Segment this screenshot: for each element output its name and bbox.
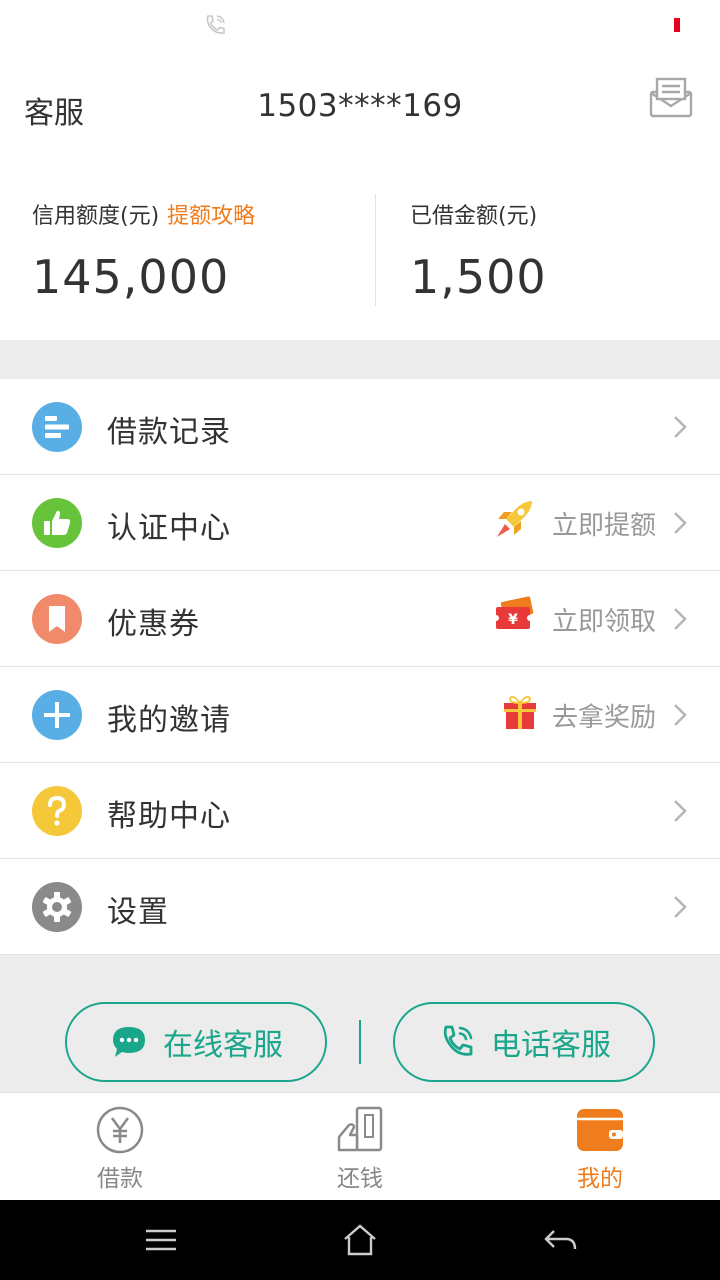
- menu-item-label: 设置: [107, 895, 169, 930]
- menu-icon[interactable]: [143, 1222, 179, 1258]
- tab-borrow[interactable]: 借款: [0, 1093, 240, 1201]
- menu-item-label: 帮助中心: [107, 799, 231, 834]
- borrowed-label: 已借金额(元): [410, 204, 538, 229]
- header: 1503****169 客服: [0, 52, 720, 162]
- raise-limit-link[interactable]: 立即提额: [552, 505, 656, 542]
- tab-label: 借款: [97, 1166, 143, 1192]
- online-service-button[interactable]: 在线客服: [65, 1002, 327, 1082]
- gift-icon: [504, 695, 536, 729]
- menu-item-label: 借款记录: [107, 415, 231, 450]
- chevron-right-icon: [674, 704, 687, 726]
- contact-divider: [359, 1020, 361, 1064]
- credit-limit-label: 信用额度(元): [32, 204, 160, 229]
- battery-icon: [674, 18, 680, 32]
- menu-item-loan-records[interactable]: 借款记录: [0, 379, 720, 475]
- yen-coin-icon: [96, 1106, 144, 1154]
- credit-limit-block: 信用额度(元) 提额攻略 145,000: [32, 162, 362, 340]
- list-icon: [32, 402, 82, 452]
- raise-limit-guide-link[interactable]: 提额攻略: [167, 204, 255, 229]
- tab-mine[interactable]: 我的: [480, 1093, 720, 1201]
- thumbs-up-icon: [32, 498, 82, 548]
- tab-label: 还钱: [337, 1166, 383, 1192]
- bottom-tab-bar: 借款 还钱 我的: [0, 1092, 720, 1200]
- phone-icon: [443, 1025, 473, 1056]
- plus-icon: [32, 690, 82, 740]
- menu-item-help-center[interactable]: 帮助中心: [0, 763, 720, 859]
- back-icon[interactable]: [542, 1222, 578, 1258]
- system-navigation-bar: [0, 1200, 720, 1280]
- customer-service-link[interactable]: 客服: [24, 88, 84, 132]
- rocket-icon: [497, 501, 532, 537]
- home-icon[interactable]: [342, 1222, 378, 1258]
- chevron-right-icon: [674, 896, 687, 918]
- menu-item-label: 优惠券: [107, 607, 200, 642]
- claim-now-link[interactable]: 立即领取: [552, 601, 656, 638]
- tab-label: 我的: [577, 1166, 623, 1192]
- menu-item-verification-center[interactable]: 认证中心 立即提额: [0, 475, 720, 571]
- credit-summary: 信用额度(元) 提额攻略 145,000 已借金额(元) 1,500: [0, 162, 720, 340]
- phone-service-button[interactable]: 电话客服: [393, 1002, 655, 1082]
- credit-limit-value: 145,000: [32, 250, 230, 304]
- repay-icon: [337, 1106, 383, 1152]
- gear-icon: [32, 882, 82, 932]
- chevron-right-icon: [674, 608, 687, 630]
- phone-service-label: 电话客服: [491, 1028, 611, 1063]
- user-phone: 1503****169: [257, 88, 463, 124]
- borrowed-block: 已借金额(元) 1,500: [410, 162, 710, 340]
- menu-item-label: 认证中心: [107, 511, 231, 546]
- contact-buttons: 在线客服 电话客服: [0, 1002, 720, 1082]
- tab-repay[interactable]: 还钱: [240, 1093, 480, 1201]
- borrowed-value: 1,500: [410, 250, 547, 304]
- chevron-right-icon: [674, 800, 687, 822]
- chevron-right-icon: [674, 512, 687, 534]
- coupon-ticket-icon: ¥: [493, 596, 534, 629]
- bookmark-icon: [32, 594, 82, 644]
- divider: [375, 194, 376, 306]
- menu-item-settings[interactable]: 设置: [0, 859, 720, 955]
- menu-item-coupons[interactable]: 优惠券 ¥ 立即领取: [0, 571, 720, 667]
- message-icon[interactable]: [648, 74, 694, 120]
- question-icon: [32, 786, 82, 836]
- get-reward-link[interactable]: 去拿奖励: [552, 697, 656, 734]
- wallet-icon: [577, 1109, 623, 1151]
- svg-text:¥: ¥: [508, 612, 518, 628]
- menu-list: 借款记录 认证中心 立即提额 优惠券 ¥ 立即领取 我的邀请 去拿奖励 帮助中心…: [0, 379, 720, 955]
- chevron-right-icon: [674, 416, 687, 438]
- online-service-label: 在线客服: [163, 1028, 283, 1063]
- call-status-icon: [206, 15, 225, 34]
- status-bar: [0, 0, 720, 52]
- menu-item-label: 我的邀请: [107, 703, 231, 738]
- chat-bubble-icon: [113, 1027, 145, 1057]
- menu-item-my-invitations[interactable]: 我的邀请 去拿奖励: [0, 667, 720, 763]
